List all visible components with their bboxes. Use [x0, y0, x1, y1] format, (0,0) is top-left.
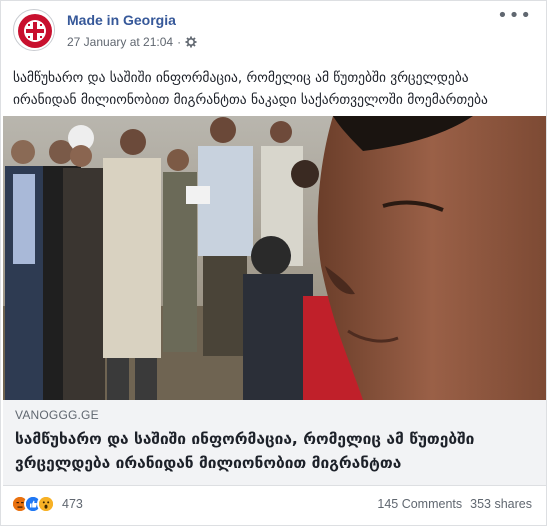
post-meta: 27 January at 21:04 · — [67, 35, 197, 49]
link-preview-image[interactable] — [3, 116, 546, 400]
page-avatar[interactable] — [13, 9, 55, 51]
link-title[interactable]: სამწუხარო და საშიში ინფორმაცია, რომელიც … — [15, 427, 525, 475]
facebook-post: Made in Georgia 27 January at 21:04 · ••… — [0, 0, 547, 526]
link-preview-info[interactable]: VANOGGG.GE სამწუხარო და საშიში ინფორმაცი… — [3, 400, 546, 486]
post-text: სამწუხარო და საშიში ინფორმაცია, რომელიც … — [13, 70, 488, 108]
shares-count-link[interactable]: 353 shares — [470, 497, 532, 511]
gear-icon[interactable] — [185, 36, 197, 48]
comments-count-link[interactable]: 145 Comments — [377, 497, 462, 511]
crowd-photo — [3, 116, 546, 400]
more-options-icon[interactable]: ••• — [497, 7, 532, 25]
reactions-summary[interactable]: 473 — [11, 495, 83, 513]
link-domain: VANOGGG.GE — [15, 408, 99, 422]
page-name-link[interactable]: Made in Georgia — [67, 12, 176, 28]
post-timestamp[interactable]: 27 January at 21:04 — [67, 35, 173, 49]
engagement-stats: 145 Comments 353 shares — [377, 497, 532, 511]
meta-separator: · — [177, 35, 182, 49]
reaction-count: 473 — [62, 497, 83, 511]
made-in-georgia-logo-icon — [15, 11, 54, 50]
wow-reaction-icon — [37, 495, 55, 513]
